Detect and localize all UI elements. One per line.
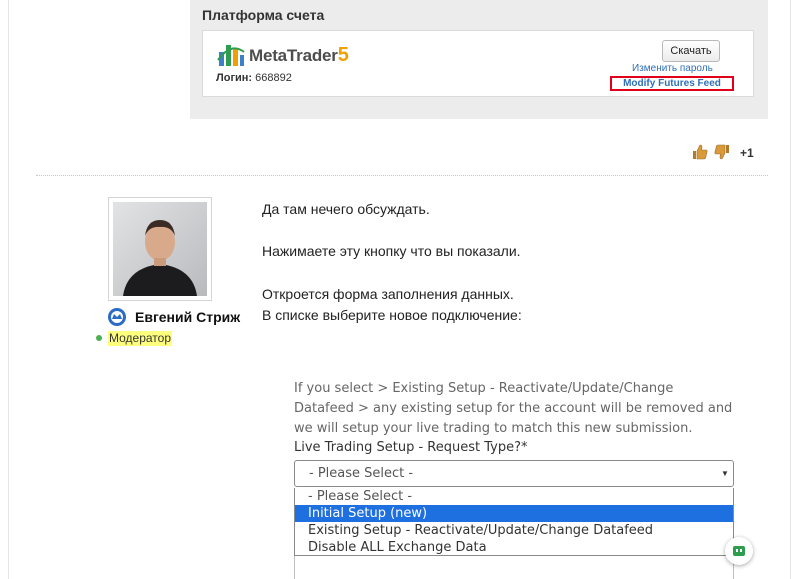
avatar[interactable] [108,197,212,301]
platform-name-text: MetaTrader [249,46,338,65]
post-divider [36,175,768,176]
option-disable-exchange-data[interactable]: Disable ALL Exchange Data [295,539,733,556]
request-type-label: Live Trading Setup - Request Type?* [294,440,528,455]
metatrader-logo-icon [217,45,245,66]
rating-score: +1 [740,146,754,160]
option-initial-setup[interactable]: Initial Setup (new) [295,505,733,522]
page-border-left [8,0,9,579]
author-name[interactable]: Евгений Стриж [135,309,240,325]
account-panel-title: Платформа счета [202,7,325,23]
platform-name: MetaTrader5 [249,44,349,67]
avatar-photo [113,202,207,296]
dropdown-arrow-icon: ▼ [721,469,729,478]
online-status-icon [96,335,102,341]
request-type-options: - Please Select - Initial Setup (new) Ex… [294,488,734,556]
option-existing-setup[interactable]: Existing Setup - Reactivate/Update/Chang… [295,522,733,539]
post-line-3: Откроется форма заполнения данных. [262,286,514,302]
login-value: 668892 [255,72,292,84]
login-line: Логин: 668892 [216,72,292,84]
post-line-4: В списке выберите новое подключение: [262,307,522,323]
author-role: Модератор [108,331,173,346]
form-edge-left [294,556,295,579]
post-line-2: Нажимаете эту кнопку что вы показали. [262,243,521,259]
chat-widget-icon[interactable] [725,537,753,565]
form-description: If you select > Existing Setup - Reactiv… [294,381,733,436]
request-type-select[interactable]: - Please Select - [294,460,734,487]
modify-futures-feed-link[interactable]: Modify Futures Feed [610,76,734,91]
change-password-link[interactable]: Изменить пароль [632,63,713,74]
platform-version: 5 [337,44,349,66]
thumbs-down-icon[interactable] [714,144,730,160]
page-border-right [790,0,791,579]
moderator-badge-icon [108,308,126,326]
post-line-1: Да там нечего обсуждать. [262,201,430,217]
login-label: Логин: [216,72,253,84]
thumbs-up-icon[interactable] [692,144,708,160]
download-button[interactable]: Скачать [662,40,720,62]
option-please-select[interactable]: - Please Select - [295,488,733,505]
